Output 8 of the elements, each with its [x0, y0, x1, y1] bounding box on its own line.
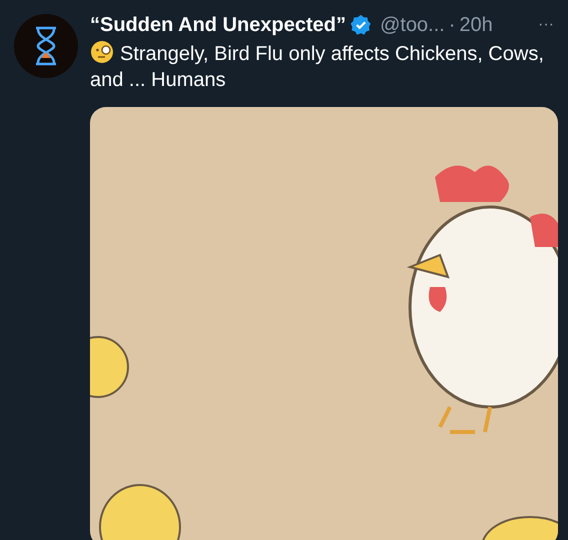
avatar-hourglass-icon[interactable] — [14, 14, 78, 78]
post-time[interactable]: 20h — [459, 12, 493, 38]
monocle-emoji-icon — [90, 40, 114, 64]
post-text: Strangely, Bird Flu only affects Chickens, Cows, and ... Humans — [90, 40, 558, 93]
author-name[interactable]: “Sudden And Unexpected” — [90, 12, 346, 38]
more-menu[interactable]: ··· — [538, 12, 554, 38]
user-handle[interactable]: @too... — [380, 12, 445, 38]
separator-dot: · — [448, 13, 456, 38]
